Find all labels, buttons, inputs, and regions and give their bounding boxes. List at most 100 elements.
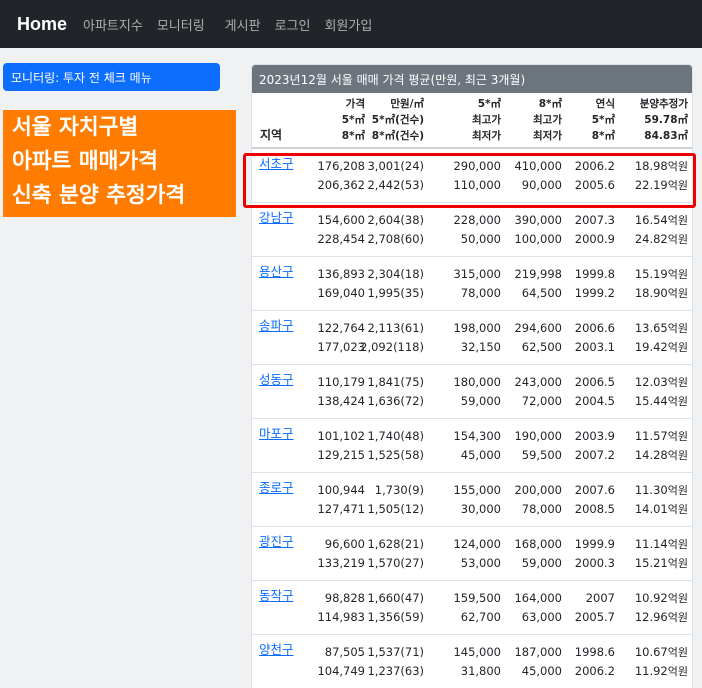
price-cell: 169,040 <box>317 286 365 300</box>
max-min-84-cell: 90,000 <box>521 178 562 192</box>
region-column-header: 지역 <box>260 128 283 142</box>
region-link[interactable]: 마포구 <box>259 425 294 443</box>
per-sqm-header-line-1: 만원/㎡ <box>390 98 424 110</box>
region-link[interactable]: 양천구 <box>259 641 294 659</box>
build-year-cell: 2003.9 <box>574 429 615 443</box>
build-year-cell: 2006.2 <box>574 159 615 173</box>
per-sqm-cell: 1,537(71) <box>367 645 424 659</box>
price-cell: 96,600 <box>324 537 365 551</box>
build-year-cell: 2006.5 <box>574 375 615 389</box>
presale-estimate-value: 11.57 <box>634 429 668 443</box>
presale-estimate-value: 10.92 <box>634 591 668 605</box>
per-sqm-cell: 2,113(61) <box>367 321 424 335</box>
per-sqm-cell: 2,708(60) <box>367 232 424 246</box>
price-cell: 154,600 <box>317 213 365 227</box>
max-min-59-cell: 110,000 <box>453 178 501 192</box>
nav-item-signup[interactable]: 회원가입 <box>324 15 372 34</box>
presale-estimate-value: 11.92 <box>634 664 668 678</box>
max-min-84-header-line-3: 최저가 <box>533 130 562 142</box>
region-link[interactable]: 동작구 <box>259 587 294 605</box>
max-min-84-cell: 168,000 <box>514 537 562 551</box>
max-min-84-cell: 64,500 <box>521 286 562 300</box>
price-cell: 127,471 <box>317 502 365 516</box>
max-min-84-cell: 410,000 <box>514 159 562 173</box>
presale-estimate-header-line-2: 59.78㎡ <box>644 114 688 126</box>
build-year-cell: 2006.6 <box>574 321 615 335</box>
price-cell: 177,023 <box>317 340 365 354</box>
nav-brand-home[interactable]: Home <box>17 14 67 35</box>
table-row: 송파구 122,764 2,113(61) 198,000 294,600 2006.6 1… <box>252 311 692 365</box>
per-sqm-cell: 3,001(24) <box>367 159 424 173</box>
price-cell: 206,362 <box>317 178 365 192</box>
build-year-cell: 1999.2 <box>574 286 615 300</box>
region-link[interactable]: 광진구 <box>259 533 294 551</box>
region-link[interactable]: 강남구 <box>259 209 294 227</box>
per-sqm-cell: 2,604(38) <box>367 213 424 227</box>
per-sqm-cell: 2,442(53) <box>367 178 424 192</box>
max-min-84-cell: 63,000 <box>521 610 562 624</box>
presale-estimate-value: 13.65 <box>634 321 668 335</box>
per-sqm-cell: 1,730(9) <box>374 483 424 497</box>
table-row: 양천구 87,505 1,537(71) 145,000 187,000 1998.6 10… <box>252 635 692 688</box>
presale-estimate-cell: 15.44억원 <box>635 392 688 411</box>
per-sqm-cell: 1,995(35) <box>367 286 424 300</box>
unit-label: 억원 <box>667 233 688 246</box>
presale-estimate-value: 15.19 <box>634 267 668 281</box>
nav-item-monitoring[interactable]: 모니터링 <box>157 15 205 34</box>
max-min-84-cell: 187,000 <box>514 645 562 659</box>
presale-estimate-header-line-1: 분양추정가 <box>639 98 688 110</box>
price-header-line-1: 가격 <box>345 98 365 110</box>
price-cell: 228,454 <box>317 232 365 246</box>
max-min-84-cell: 190,000 <box>514 429 562 443</box>
top-navbar: Home 아파트지수 모니터링 게시판 로그인 회원가입 <box>0 0 702 48</box>
max-min-59-cell: 53,000 <box>460 556 501 570</box>
region-link[interactable]: 성동구 <box>259 371 294 389</box>
max-min-59-cell: 159,500 <box>453 591 501 605</box>
price-cell: 87,505 <box>324 645 365 659</box>
presale-estimate-value: 10.67 <box>634 645 668 659</box>
build-year-header-line-3: 8*㎡ <box>591 130 615 142</box>
max-min-59-cell: 45,000 <box>460 448 501 462</box>
presale-estimate-value: 14.28 <box>634 448 668 462</box>
max-min-84-cell: 100,000 <box>514 232 562 246</box>
presale-estimate-cell: 12.03억원 <box>635 373 688 392</box>
max-min-84-cell: 219,998 <box>514 267 562 281</box>
region-link[interactable]: 종로구 <box>259 479 294 497</box>
nav-item-login[interactable]: 로그인 <box>275 15 311 34</box>
monitoring-menu-button[interactable]: 모니터링: 투자 전 체크 메뉴 <box>3 63 220 91</box>
max-min-59-cell: 124,000 <box>453 537 501 551</box>
build-year-cell: 2008.5 <box>574 502 615 516</box>
max-min-59-cell: 31,800 <box>460 664 501 678</box>
nav-item-apartment-index[interactable]: 아파트지수 <box>83 15 143 34</box>
per-sqm-cell: 1,525(58) <box>367 448 424 462</box>
max-min-59-cell: 78,000 <box>460 286 501 300</box>
unit-label: 억원 <box>667 179 688 192</box>
region-link[interactable]: 용산구 <box>259 263 294 281</box>
price-table-card: 2023년12월 서울 매매 가격 평균(만원, 최근 3개월) 지역 가격 5*… <box>251 64 693 688</box>
unit-label: 억원 <box>667 484 688 497</box>
per-sqm-cell: 1,740(48) <box>367 429 424 443</box>
build-year-cell: 2000.3 <box>574 556 615 570</box>
per-sqm-cell: 1,570(27) <box>367 556 424 570</box>
max-min-59-header-line-1: 5*㎡ <box>477 98 501 110</box>
per-sqm-header-line-3: 8*㎡(건수) <box>371 130 424 142</box>
per-sqm-cell: 1,356(59) <box>367 610 424 624</box>
max-min-59-cell: 30,000 <box>460 502 501 516</box>
presale-estimate-value: 18.90 <box>634 286 668 300</box>
presale-estimate-value: 22.19 <box>634 178 668 192</box>
unit-label: 억원 <box>667 160 688 173</box>
price-cell: 133,219 <box>317 556 365 570</box>
presale-estimate-cell: 18.90억원 <box>635 284 688 303</box>
max-min-84-header-line-2: 최고가 <box>533 114 562 126</box>
max-min-59-cell: 50,000 <box>460 232 501 246</box>
per-sqm-cell: 1,237(63) <box>367 664 424 678</box>
table-row: 마포구 101,102 1,740(48) 154,300 190,000 2003.9 1… <box>252 419 692 473</box>
presale-estimate-value: 15.44 <box>634 394 668 408</box>
max-min-59-cell: 290,000 <box>453 159 501 173</box>
max-min-59-cell: 228,000 <box>453 213 501 227</box>
max-min-84-header-line-1: 8*㎡ <box>538 98 562 110</box>
presale-estimate-cell: 14.01억원 <box>635 500 688 519</box>
region-link[interactable]: 송파구 <box>259 317 294 335</box>
nav-item-board[interactable]: 게시판 <box>225 15 261 34</box>
region-link[interactable]: 서초구 <box>259 155 294 173</box>
